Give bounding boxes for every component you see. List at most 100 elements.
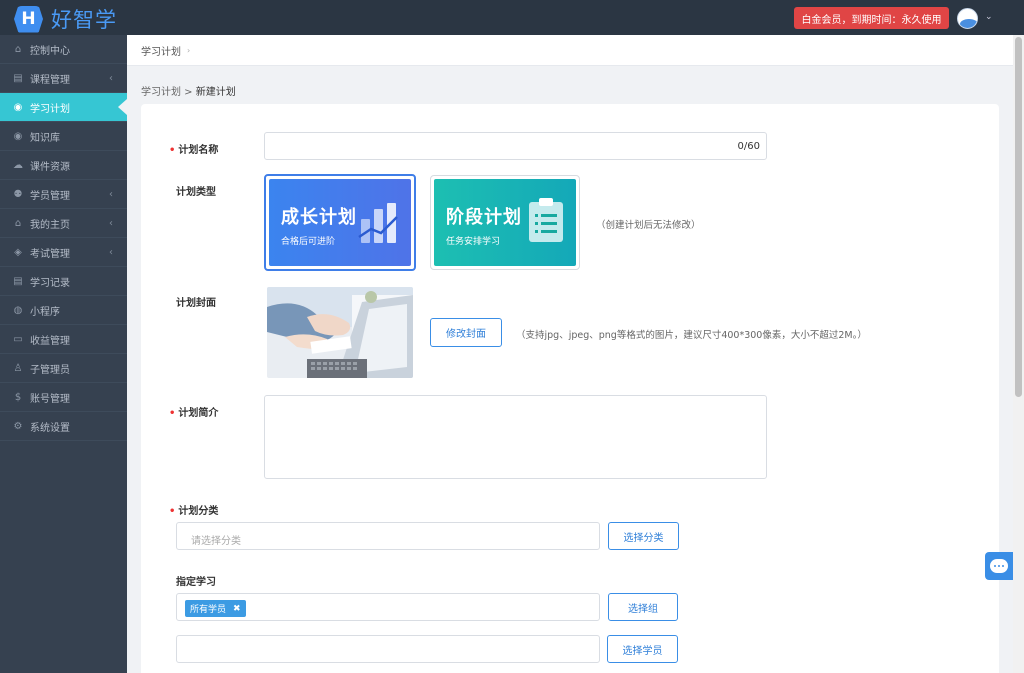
plan-type-label: 计划类型 <box>176 187 216 198</box>
sidebar-item[interactable]: ◈ 考试管理 ‹ <box>0 238 127 267</box>
category-label: • 计划分类 <box>169 506 219 517</box>
app-name: 好智学 <box>51 8 117 32</box>
form-card: • 计划名称 0/60 计划类型 成长计划 合格后可进阶 阶段计划 任务安排学习… <box>141 104 999 673</box>
membership-badge[interactable]: 白金会员，到期时间：永久使用 <box>794 7 949 29</box>
chevron-left-icon: ‹ <box>109 246 113 258</box>
sidebar-item[interactable]: ⌂ 我的主页 ‹ <box>0 209 127 238</box>
sidebar: ⌂ 控制中心 ▤ 课程管理 ‹ ◉ 学习计划 ◉ 知识库 ☁ 课件资源 ⚉ 学员管理 ‹ ⌂ 我的主页 ‹ ◈ 考试… <box>0 35 127 673</box>
breadcrumb-separator: > <box>181 87 196 98</box>
sidebar-item-label: 学习记录 <box>30 277 70 289</box>
users-icon: ⚉ <box>13 188 23 200</box>
graduation-cap-icon: ⌂ <box>14 217 22 229</box>
chevron-left-icon: ‹ <box>109 72 113 84</box>
top-navbar: H 好智学 白金会员，到期时间：永久使用 ⌄ <box>0 0 1024 35</box>
logo[interactable]: H 好智学 <box>14 4 117 34</box>
page-breadcrumb: 学习计划 > 新建计划 <box>141 83 236 98</box>
required-marker: • <box>169 408 176 419</box>
tag-icon: ◈ <box>14 246 22 258</box>
intro-label: • 计划简介 <box>169 408 219 419</box>
sidebar-item[interactable]: ⚉ 学员管理 ‹ <box>0 180 127 209</box>
plan-type-title: 成长计划 <box>281 207 357 228</box>
plan-name-input[interactable]: 0/60 <box>264 132 767 160</box>
plan-name-label: • 计划名称 <box>169 145 219 156</box>
sidebar-item-label: 知识库 <box>30 132 60 144</box>
sidebar-item[interactable]: ♙ 子管理员 <box>0 354 127 383</box>
breadcrumb-current: 新建计划 <box>195 87 236 98</box>
sidebar-item[interactable]: ⚙ 系统设置 <box>0 412 127 441</box>
cover-note: （支持jpg、jpeg、png等格式的图片，建议尺寸400*300像素，大小不超… <box>516 330 867 341</box>
bar-chart-icon <box>358 203 398 243</box>
credit-card-icon: ▭ <box>13 333 23 345</box>
change-cover-button[interactable]: 修改封面 <box>430 318 502 347</box>
chat-bubble-icon <box>990 559 1008 573</box>
breadcrumb-separator-icon: › <box>187 45 191 55</box>
dollar-icon: $ <box>14 391 22 403</box>
chevron-down-icon[interactable]: ⌄ <box>985 12 993 22</box>
eye-icon: ◉ <box>13 130 23 142</box>
breadcrumb-parent[interactable]: 学习计划 <box>141 87 181 98</box>
cover-image[interactable] <box>267 287 413 378</box>
select-category-button[interactable]: 选择分类 <box>608 522 679 550</box>
sidebar-item-label: 小程序 <box>30 306 60 318</box>
sidebar-item-label: 收益管理 <box>30 335 70 347</box>
clipboard-icon <box>529 198 563 242</box>
sidebar-item[interactable]: ◍ 小程序 <box>0 296 127 325</box>
sidebar-item[interactable]: $ 账号管理 <box>0 383 127 412</box>
intro-textarea[interactable] <box>264 395 767 479</box>
book-icon: ▤ <box>13 275 23 287</box>
sidebar-item-label: 我的主页 <box>30 219 70 231</box>
sidebar-item[interactable]: ▤ 课程管理 ‹ <box>0 64 127 93</box>
logo-mark: H <box>14 5 43 33</box>
select-student-button[interactable]: 选择学员 <box>607 635 678 663</box>
home-icon: ⌂ <box>14 43 22 55</box>
sidebar-item[interactable]: ◉ 学习计划 <box>0 93 127 122</box>
scrollbar-thumb[interactable] <box>1015 37 1022 397</box>
plan-type-subtitle: 合格后可进阶 <box>281 237 336 247</box>
group-tag-input[interactable]: 所有学员 ✖ <box>176 593 600 621</box>
plan-type-stage[interactable]: 阶段计划 任务安排学习 <box>430 175 580 270</box>
required-marker: • <box>169 145 176 156</box>
wechat-icon: ◍ <box>13 304 23 316</box>
sidebar-item-label: 课件资源 <box>30 161 70 173</box>
sidebar-item[interactable]: ☁ 课件资源 <box>0 151 127 180</box>
sidebar-item[interactable]: ⌂ 控制中心 <box>0 35 127 64</box>
sidebar-item-label: 系统设置 <box>30 422 70 434</box>
sidebar-item-label: 账号管理 <box>30 393 70 405</box>
sidebar-item[interactable]: ▤ 学习记录 <box>0 267 127 296</box>
plan-type-subtitle: 任务安排学习 <box>446 237 501 247</box>
top-breadcrumb-item[interactable]: 学习计划 <box>141 43 181 58</box>
sidebar-item-label: 学习计划 <box>30 103 70 115</box>
sidebar-item-label: 课程管理 <box>30 74 70 86</box>
chevron-left-icon: ‹ <box>109 188 113 200</box>
cover-label: 计划封面 <box>176 298 216 309</box>
gear-icon: ⚙ <box>13 420 23 432</box>
user-avatar[interactable] <box>957 8 978 29</box>
group-tag: 所有学员 ✖ <box>185 600 246 617</box>
sidebar-item[interactable]: ▭ 收益管理 <box>0 325 127 354</box>
select-group-button[interactable]: 选择组 <box>608 593 678 621</box>
user-secret-icon: ♙ <box>13 362 23 374</box>
plan-type-title: 阶段计划 <box>446 207 522 228</box>
growth-card-face: 成长计划 合格后可进阶 <box>269 179 411 266</box>
chat-button[interactable] <box>985 552 1013 580</box>
char-counter: 0/60 <box>737 141 760 152</box>
remove-tag-icon[interactable]: ✖ <box>233 604 241 614</box>
top-breadcrumb: 学习计划 › <box>127 35 1013 66</box>
page-scrollbar[interactable] <box>1013 35 1024 673</box>
sidebar-item-label: 学员管理 <box>30 190 70 202</box>
category-placeholder: 请选择分类 <box>191 536 241 547</box>
sidebar-item-label: 控制中心 <box>30 45 70 57</box>
category-input[interactable]: 请选择分类 <box>176 522 600 550</box>
sidebar-item-label: 子管理员 <box>30 364 70 376</box>
required-marker: • <box>169 506 176 517</box>
sidebar-item[interactable]: ◉ 知识库 <box>0 122 127 151</box>
plan-type-growth[interactable]: 成长计划 合格后可进阶 <box>264 174 416 271</box>
cover-photo <box>267 287 413 378</box>
book-icon: ▤ <box>13 72 23 84</box>
cloud-upload-icon: ☁ <box>13 159 23 171</box>
eye-icon: ◉ <box>13 101 23 113</box>
sidebar-item-label: 考试管理 <box>30 248 70 260</box>
student-input[interactable] <box>176 635 600 663</box>
stage-card-face: 阶段计划 任务安排学习 <box>434 179 576 266</box>
assign-label: 指定学习 <box>176 577 216 588</box>
